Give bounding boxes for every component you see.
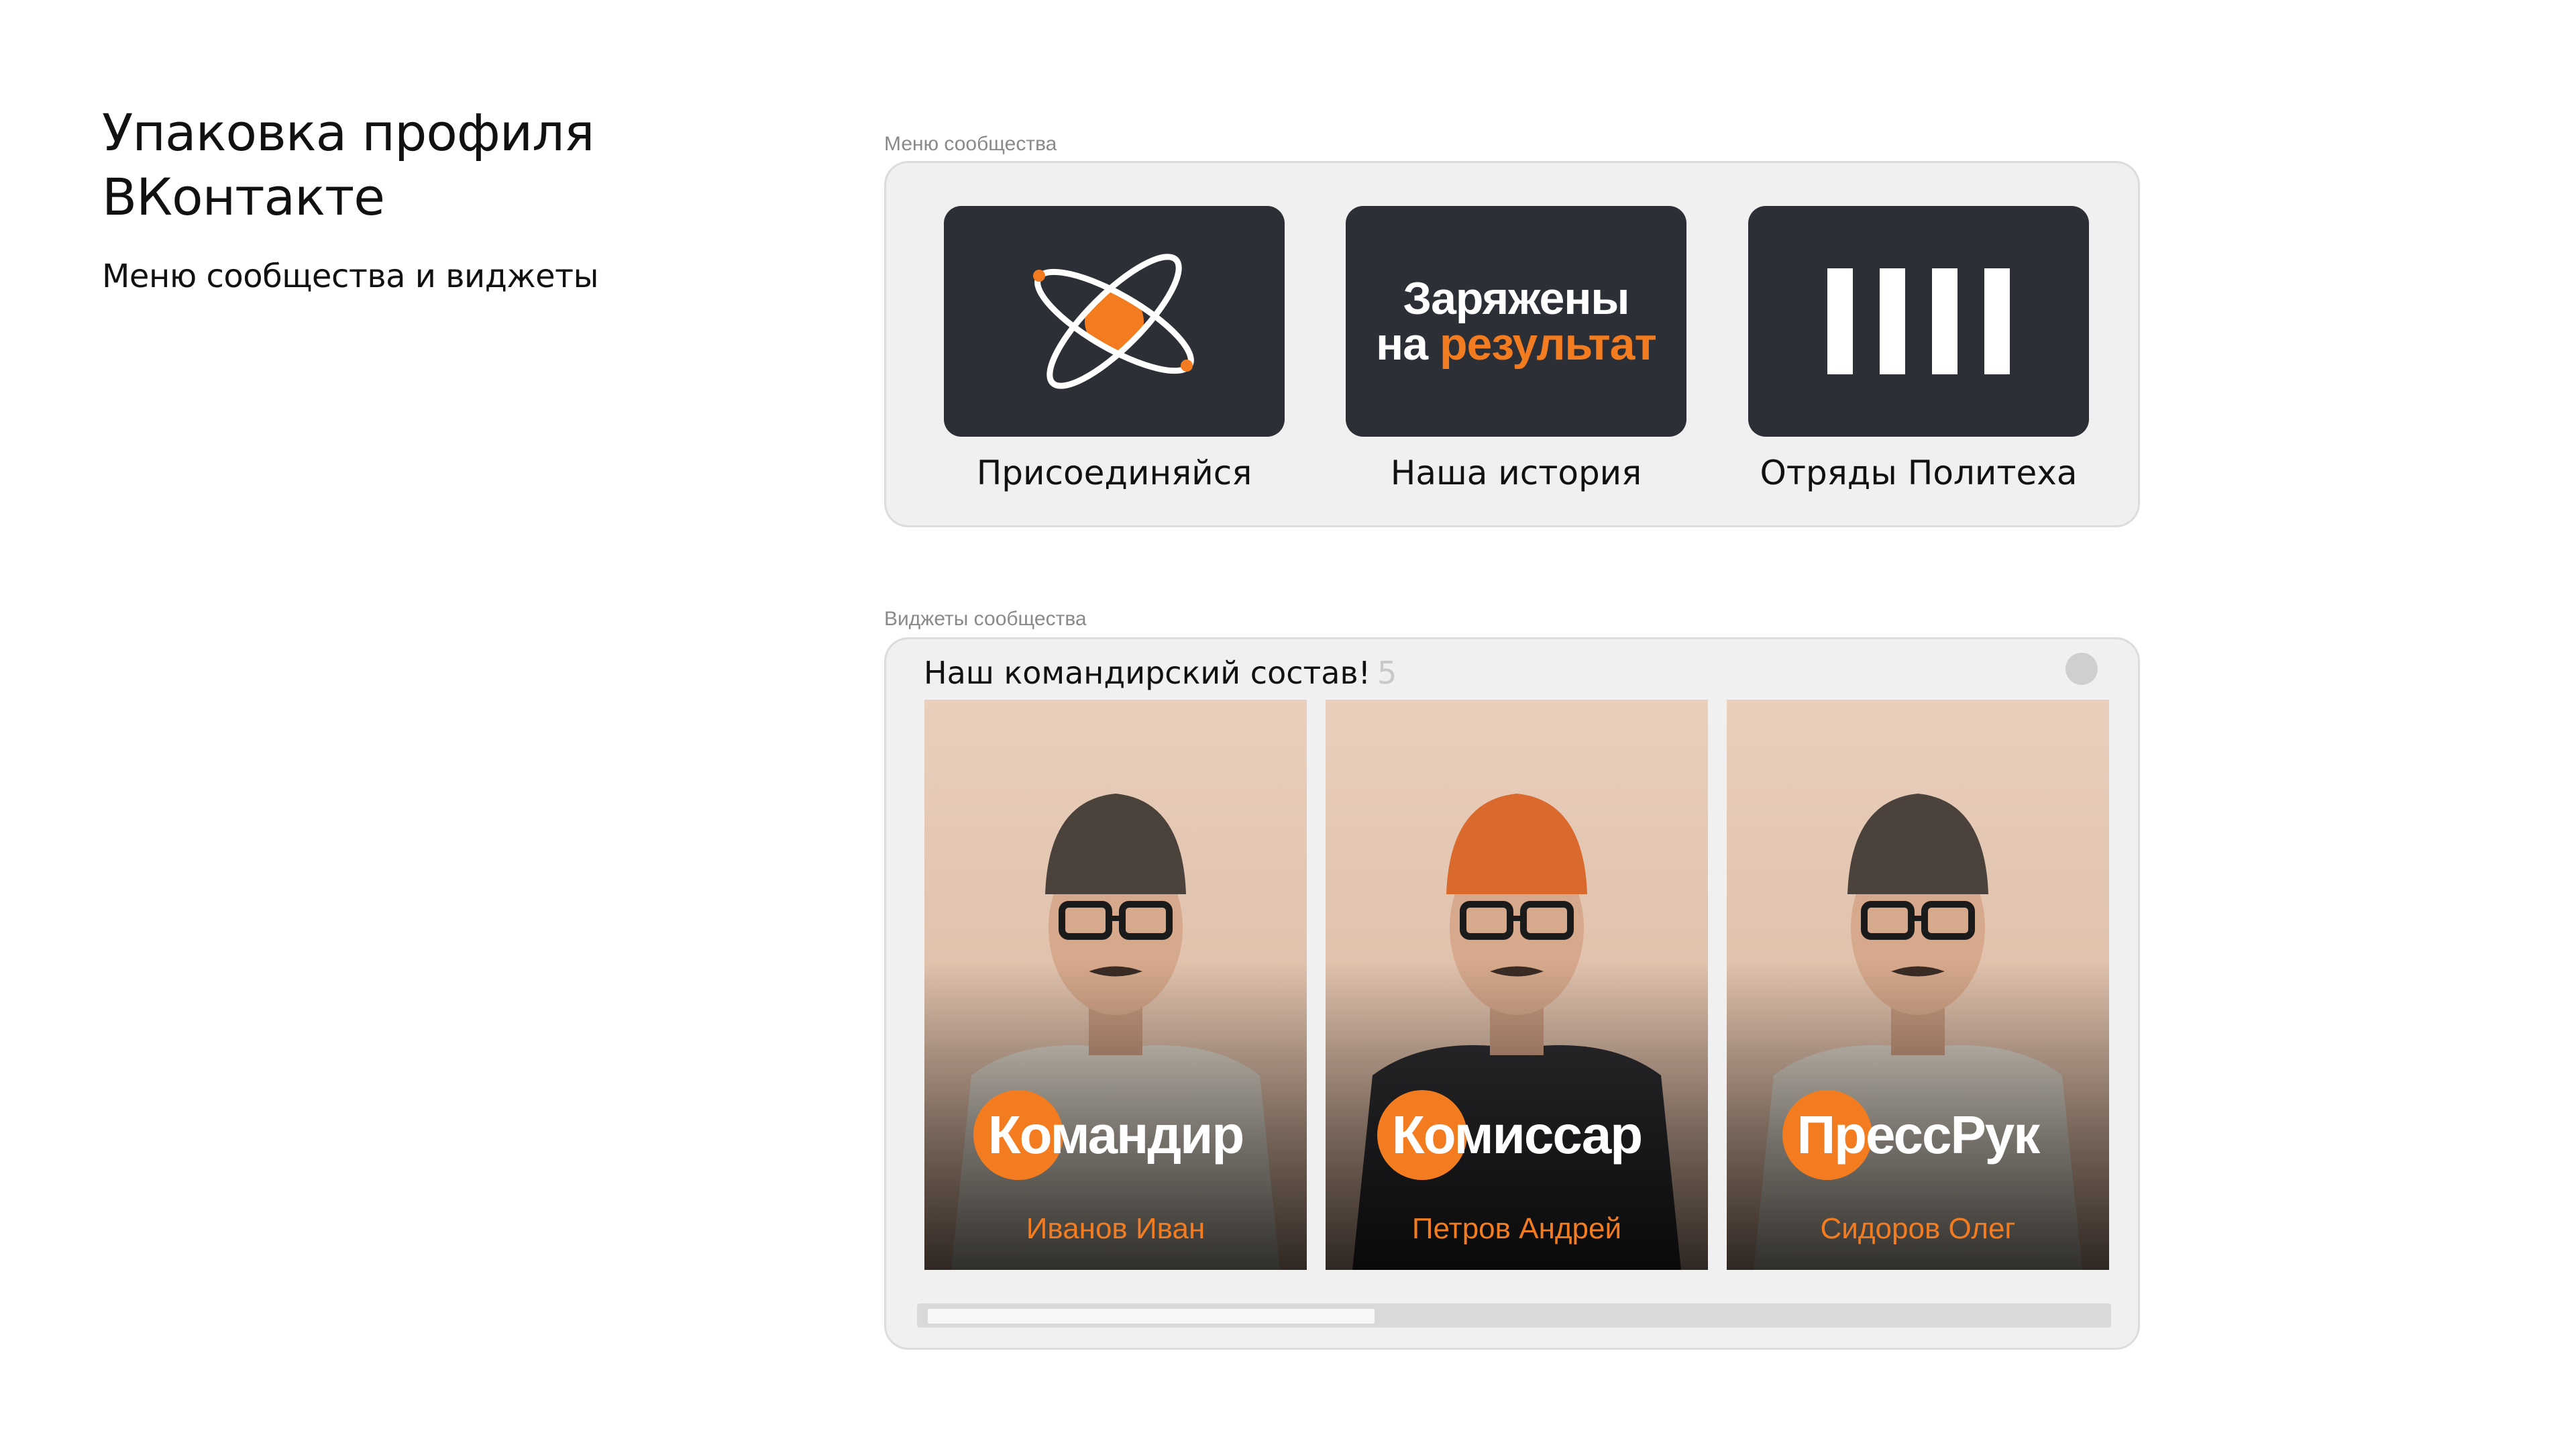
widget-count: 5 <box>1377 655 1397 691</box>
team-card[interactable]: ПрессРук Сидоров Олег <box>1727 700 2109 1270</box>
menu-label-history: Наша история <box>1390 453 1642 492</box>
menu-label-join: Присоединяйся <box>976 453 1252 492</box>
widget-section-label: Виджеты сообщества <box>884 608 1087 630</box>
four-bars-icon <box>1827 268 2010 374</box>
scrollbar-thumb[interactable] <box>928 1309 1375 1324</box>
bar-shape <box>1880 268 1905 374</box>
community-menu-panel: Присоединяйся Заряжены на результат Наша… <box>884 161 2140 527</box>
atom-icon <box>1033 254 1194 389</box>
menu-item-squads[interactable]: Отряды Политеха <box>1748 206 2089 494</box>
page-title: Упаковка профиля ВКонтакте <box>102 103 595 227</box>
widget-options-icon[interactable] <box>2065 653 2098 685</box>
tile-slogan: Заряжены на результат <box>1376 273 1657 370</box>
card-role-text: ПрессРук <box>1796 1105 2041 1165</box>
bar-shape <box>1984 268 2010 374</box>
tile-slogan-prefix: на <box>1376 319 1440 370</box>
team-card[interactable]: Комиссар Петров Андрей <box>1326 700 1708 1270</box>
bar-shape <box>1827 268 1853 374</box>
widget-cards: Командир Иванов Иван Комиссар Петров Анд… <box>924 700 2109 1270</box>
menu-label-squads: Отряды Политеха <box>1760 453 2078 492</box>
card-role-text: Командир <box>987 1105 1244 1165</box>
menu-item-join[interactable]: Присоединяйся <box>944 206 1285 494</box>
menu-tile-squads[interactable] <box>1748 206 2089 437</box>
menu-section-label: Меню сообщества <box>884 133 1057 155</box>
tile-slogan-line1: Заряжены <box>1403 273 1629 324</box>
card-person-name: Сидоров Олег <box>1820 1212 2016 1245</box>
widget-title-text: Наш командирский состав! <box>924 655 1371 691</box>
bar-shape <box>1932 268 1957 374</box>
card-person-name: Иванов Иван <box>1026 1212 1205 1245</box>
community-widget-panel: Наш командирский состав! 5 Командир Ивано… <box>884 637 2140 1350</box>
horizontal-scrollbar[interactable] <box>917 1303 2111 1328</box>
card-role: Командир <box>924 1090 1307 1180</box>
widget-title: Наш командирский состав! 5 <box>924 653 1397 693</box>
tile-slogan-line2: на результат <box>1376 319 1657 370</box>
card-role: Комиссар <box>1326 1090 1708 1180</box>
menu-item-history[interactable]: Заряжены на результат Наша история <box>1346 206 1686 494</box>
menu-tile-history[interactable]: Заряжены на результат <box>1346 206 1686 437</box>
card-role-text: Комиссар <box>1391 1105 1643 1165</box>
tile-slogan-accent: результат <box>1439 319 1657 370</box>
card-person-name: Петров Андрей <box>1411 1212 1622 1245</box>
page-subtitle: Меню сообщества и виджеты <box>102 258 599 295</box>
menu-tile-join[interactable] <box>944 206 1285 437</box>
card-role: ПрессРук <box>1727 1090 2109 1180</box>
team-card[interactable]: Командир Иванов Иван <box>924 700 1307 1270</box>
